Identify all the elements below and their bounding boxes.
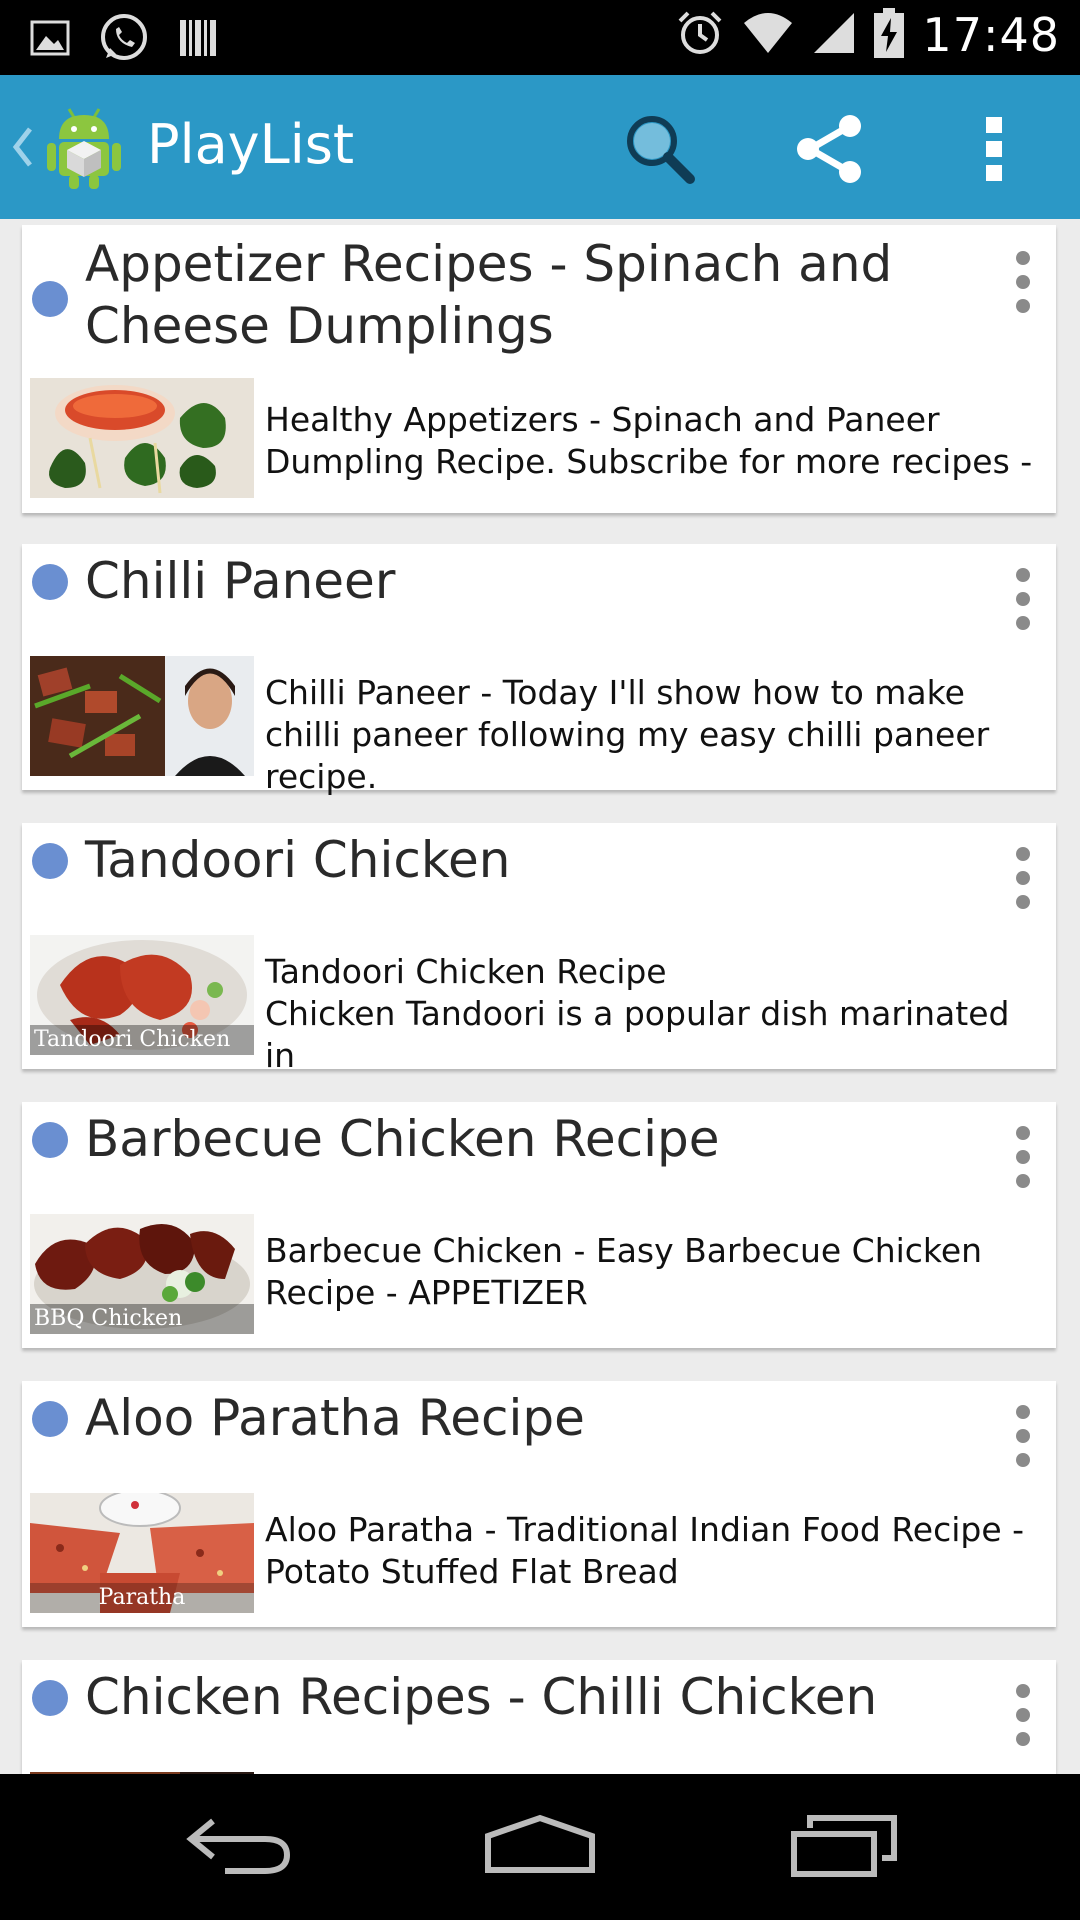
battery-charging-icon — [874, 8, 905, 62]
item-menu-button[interactable] — [1008, 1122, 1038, 1192]
item-thumbnail: Tandoori Chicken — [30, 935, 254, 1055]
gallery-icon — [30, 20, 70, 60]
item-thumbnail: BBQ Chicken — [30, 1214, 254, 1334]
up-chevron-icon[interactable] — [10, 125, 34, 173]
playlist-item[interactable]: Tandoori Chicken Tandoori Chicken Tandoo… — [22, 823, 1056, 1075]
playlist-item[interactable]: Barbecue Chicken Recipe BBQ Chicken Barb… — [22, 1102, 1056, 1348]
item-title: Appetizer Recipes - Spinach and Cheese D… — [85, 235, 893, 355]
app-title: PlayList — [147, 113, 355, 176]
alarm-icon — [676, 9, 724, 61]
item-thumbnail — [30, 656, 254, 776]
app-logo-icon[interactable] — [45, 105, 123, 195]
playlist[interactable]: Appetizer Recipes - Spinach and Cheese D… — [0, 219, 1080, 1774]
item-menu-button[interactable] — [1008, 564, 1038, 634]
playlist-item[interactable]: Aloo Paratha Recipe Paratha Aloo Paratha… — [22, 1381, 1056, 1627]
item-menu-button[interactable] — [1008, 247, 1038, 317]
playlist-item[interactable]: Appetizer Recipes - Spinach and Cheese D… — [22, 225, 1056, 513]
screen: 17:48 PlayList Appetizer Recipes - Spina… — [0, 0, 1080, 1920]
item-title: Chilli Paneer — [85, 552, 396, 610]
recent-apps-icon[interactable] — [790, 1812, 900, 1882]
item-menu-button[interactable] — [1008, 1401, 1038, 1471]
item-description: Tandoori Chicken Recipe Chicken Tandoori… — [265, 952, 1010, 1075]
search-button[interactable] — [620, 109, 700, 189]
home-icon[interactable] — [480, 1812, 600, 1882]
bullet-dot-icon — [32, 564, 68, 600]
item-description: Healthy Appetizers - Spinach and Paneer … — [265, 400, 1033, 481]
item-title: Chicken Recipes - Chilli Chicken — [85, 1668, 878, 1726]
item-description: Aloo Paratha - Traditional Indian Food R… — [265, 1510, 1025, 1591]
bullet-dot-icon — [32, 843, 68, 879]
bullet-dot-icon — [32, 1680, 68, 1716]
status-clock: 17:48 — [922, 8, 1060, 62]
wifi-icon — [742, 11, 794, 59]
bullet-dot-icon — [32, 1122, 68, 1158]
item-description: Barbecue Chicken - Easy Barbecue Chicken… — [265, 1231, 983, 1312]
share-button[interactable] — [790, 109, 870, 189]
share-icon — [790, 115, 870, 193]
signal-icon — [812, 11, 856, 59]
item-thumbnail: Paratha — [30, 1493, 254, 1613]
item-thumbnail — [30, 378, 254, 498]
playlist-item[interactable]: Chilli Paneer Chilli Paneer - Today I'll… — [22, 544, 1056, 796]
playlist-item[interactable]: Chicken Recipes - Chilli Chicken — [22, 1660, 1056, 1774]
bullet-dot-icon — [32, 1401, 68, 1437]
search-icon — [620, 116, 700, 193]
action-bar: PlayList — [0, 75, 1080, 219]
item-menu-button[interactable] — [1008, 1680, 1038, 1750]
item-title: Tandoori Chicken — [85, 831, 511, 889]
status-bar: 17:48 — [0, 0, 1080, 75]
thumbnail-caption: BBQ Chicken — [30, 1304, 254, 1334]
item-title: Barbecue Chicken Recipe — [85, 1110, 720, 1168]
thumbnail-caption: Paratha — [30, 1583, 254, 1613]
overflow-menu-button[interactable] — [970, 109, 1020, 189]
navigation-bar — [0, 1774, 1080, 1920]
back-icon[interactable] — [185, 1809, 295, 1883]
item-description: Chilli Paneer - Today I'll show how to m… — [265, 673, 990, 796]
item-title: Aloo Paratha Recipe — [85, 1389, 585, 1447]
thumbnail-caption: Tandoori Chicken — [30, 1025, 254, 1055]
overflow-menu-icon — [970, 117, 1020, 193]
item-menu-button[interactable] — [1008, 843, 1038, 913]
barcode-icon — [178, 18, 218, 62]
whatsapp-icon — [98, 12, 150, 68]
bullet-dot-icon — [32, 281, 68, 317]
